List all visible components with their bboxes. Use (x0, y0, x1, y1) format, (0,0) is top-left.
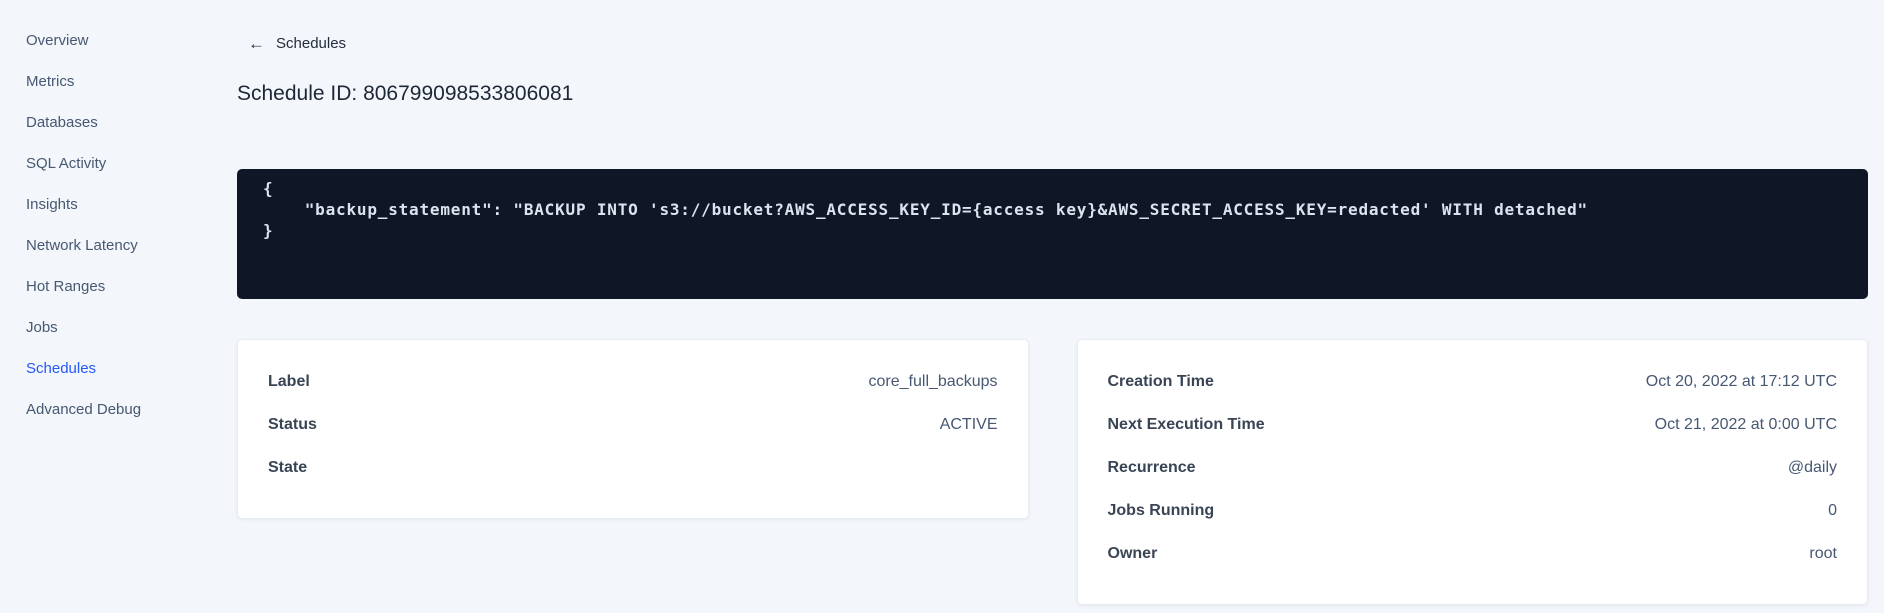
sidebar-item-advanced-debug[interactable]: Advanced Debug (26, 399, 237, 421)
sidebar-item-hot-ranges[interactable]: Hot Ranges (26, 276, 237, 298)
back-to-schedules-link[interactable]: ← Schedules (248, 34, 347, 53)
detail-row-owner: Owner root (1108, 545, 1838, 562)
detail-row-status: Status ACTIVE (268, 416, 998, 433)
detail-label: Recurrence (1107, 459, 1196, 476)
detail-row-label: Label core_full_backups (268, 373, 998, 390)
sidebar: Overview Metrics Databases SQL Activity … (0, 0, 237, 613)
sidebar-item-network-latency[interactable]: Network Latency (26, 235, 237, 257)
code-line: } (263, 221, 274, 240)
detail-label: Label (268, 373, 310, 390)
main-content: ← Schedules Schedule ID: 806799098533806… (237, 0, 1884, 613)
sidebar-item-jobs[interactable]: Jobs (26, 317, 237, 339)
detail-value: Oct 20, 2022 at 17:12 UTC (1645, 373, 1837, 390)
detail-value: @daily (1787, 459, 1837, 476)
detail-value: Oct 21, 2022 at 0:00 UTC (1654, 416, 1837, 433)
back-arrow-icon: ← (248, 34, 265, 53)
detail-label: Creation Time (1107, 373, 1214, 390)
app-root: Overview Metrics Databases SQL Activity … (0, 0, 1884, 613)
detail-value: 0 (1828, 502, 1837, 519)
detail-row-state: State (268, 459, 998, 476)
detail-value: core_full_backups (868, 373, 998, 390)
code-line: "backup_statement": "BACKUP INTO 's3://b… (263, 200, 1588, 219)
sidebar-item-databases[interactable]: Databases (26, 112, 237, 134)
detail-label: Owner (1107, 545, 1158, 562)
page-title: Schedule ID: 806799098533806081 (237, 82, 574, 105)
detail-row-recurrence: Recurrence @daily (1108, 459, 1838, 476)
detail-label: Status (268, 416, 317, 433)
sidebar-item-sql-activity[interactable]: SQL Activity (26, 153, 237, 175)
sidebar-item-insights[interactable]: Insights (26, 194, 237, 216)
detail-value: root (1809, 545, 1837, 562)
detail-label: Next Execution Time (1107, 416, 1265, 433)
detail-cards: Label core_full_backups Status ACTIVE St… (237, 339, 1868, 605)
back-link-label: Schedules (276, 35, 347, 52)
sidebar-item-metrics[interactable]: Metrics (26, 71, 237, 93)
code-line: { (263, 179, 274, 198)
schedule-execution-card: Creation Time Oct 20, 2022 at 17:12 UTC … (1076, 339, 1868, 605)
schedule-definition-code-block: { "backup_statement": "BACKUP INTO 's3:/… (237, 169, 1868, 299)
detail-row-jobs-running: Jobs Running 0 (1108, 502, 1838, 519)
detail-value: ACTIVE (939, 416, 998, 433)
detail-row-creation-time: Creation Time Oct 20, 2022 at 17:12 UTC (1108, 373, 1838, 390)
detail-label: Jobs Running (1107, 502, 1215, 519)
detail-row-next-execution-time: Next Execution Time Oct 21, 2022 at 0:00… (1108, 416, 1838, 433)
sidebar-item-overview[interactable]: Overview (26, 30, 237, 52)
schedule-summary-card: Label core_full_backups Status ACTIVE St… (237, 339, 1029, 519)
detail-label: State (268, 459, 308, 476)
sidebar-item-schedules[interactable]: Schedules (26, 358, 237, 380)
